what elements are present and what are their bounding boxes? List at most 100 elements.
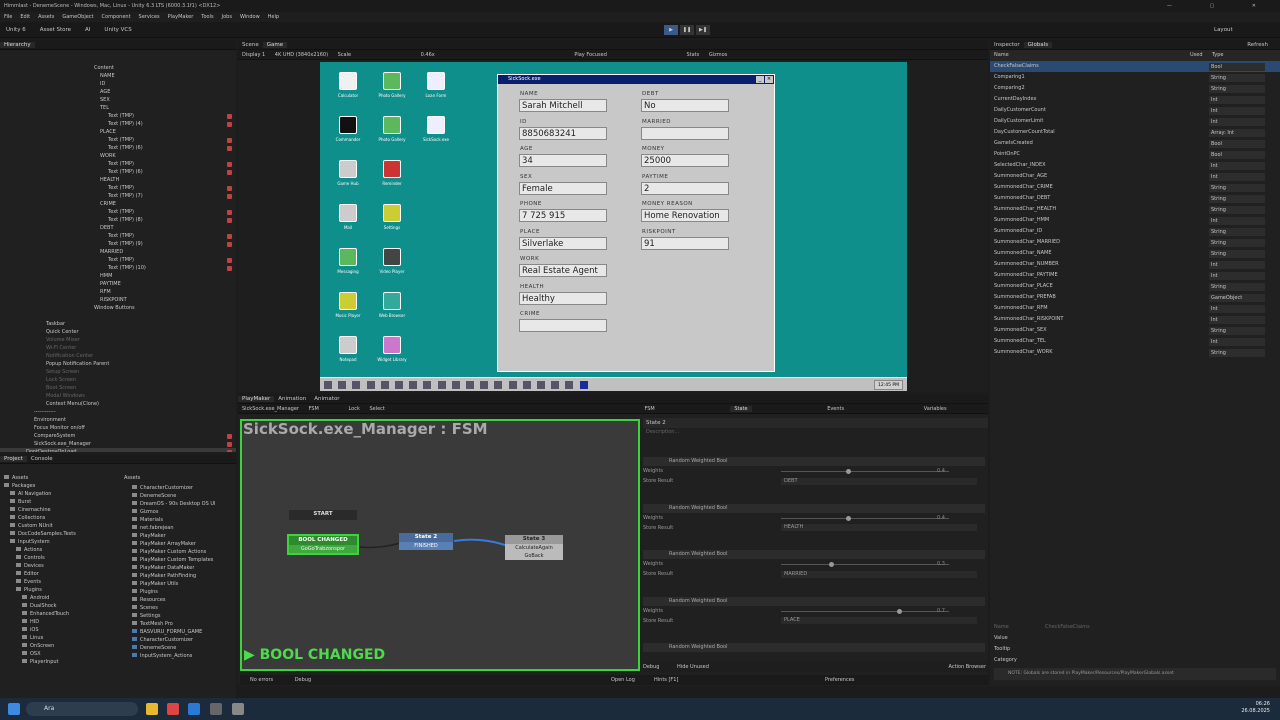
asset-item[interactable]: InputSystem_Actions [132, 652, 236, 660]
asset-item[interactable]: Settings [132, 612, 236, 620]
project-folder[interactable]: Devices [4, 562, 116, 570]
taskbar-app-button[interactable] [579, 381, 588, 389]
field-value[interactable]: 2 [641, 181, 729, 195]
asset-item[interactable]: PlayMaker Utils [132, 580, 236, 588]
chrome-icon[interactable] [167, 703, 179, 715]
tab-inspector[interactable]: Inspector [990, 42, 1024, 48]
fsm-node-state3[interactable]: State 3 CalculateAgain GoBack [505, 535, 563, 560]
hierarchy-item[interactable]: AGE [0, 88, 236, 96]
desktop-icon[interactable]: Messaging [328, 248, 368, 274]
field-value[interactable]: Female [519, 181, 607, 195]
variable-type-dropdown[interactable]: String [1209, 227, 1265, 236]
display-dropdown[interactable]: Display 1 [238, 52, 269, 58]
global-variable-row[interactable]: SummonedChar_PAYTIME Int [990, 270, 1280, 281]
field-value[interactable]: Sarah Mitchell [519, 99, 607, 112]
hierarchy-item[interactable]: DontDestroyOnLoad [0, 448, 236, 452]
window-controls[interactable]: — ▢ ✕ [1167, 0, 1274, 12]
global-variable-row[interactable]: CurrentDayIndex Int [990, 94, 1280, 105]
preferences-button[interactable]: Preferences [825, 675, 854, 685]
field-value[interactable]: Healthy [519, 291, 607, 305]
variable-type-dropdown[interactable]: Int [1209, 106, 1265, 115]
desktop-icon[interactable]: SickSock.exe [416, 116, 456, 142]
hierarchy-item[interactable]: ------------ [0, 408, 236, 416]
project-folder[interactable]: Editor [4, 570, 116, 578]
slider-knob[interactable] [846, 515, 852, 521]
global-variable-row[interactable]: CheckFalseClaims Bool [990, 61, 1280, 72]
hierarchy-item[interactable]: Setup Screen [0, 368, 236, 376]
gizmos-button[interactable]: Gizmos [705, 52, 731, 58]
desktop-icon[interactable]: Notepad [328, 336, 368, 362]
taskbar-app-button[interactable] [409, 381, 418, 389]
project-folder[interactable]: Collections [4, 514, 116, 522]
taskbar-app-button[interactable] [437, 381, 446, 389]
desktop-icon[interactable]: Mail [328, 204, 368, 230]
variable-type-dropdown[interactable]: Int [1209, 161, 1265, 170]
project-folder[interactable]: Linux [4, 634, 116, 642]
tab-globals[interactable]: Globals [1023, 42, 1053, 48]
hierarchy-item[interactable]: WORK [0, 152, 236, 160]
taskbar-app-button[interactable] [352, 381, 361, 389]
pause-button[interactable]: ❚❚ [680, 25, 694, 35]
hierarchy-item[interactable]: SEX [0, 96, 236, 104]
layout-dropdown[interactable]: Layout [1214, 22, 1233, 38]
github-icon[interactable] [210, 703, 222, 715]
hierarchy-item[interactable]: CRIME [0, 200, 236, 208]
store-variable-dropdown[interactable]: MARRIED [781, 570, 977, 578]
global-variable-row[interactable]: SummonedChar_DEBT String [990, 193, 1280, 204]
desktop-icon[interactable]: Widget Library [372, 336, 412, 362]
field-value[interactable]: 25000 [641, 154, 729, 167]
variable-type-dropdown[interactable]: String [1209, 205, 1265, 214]
fsm-start-node[interactable]: START [289, 510, 357, 520]
variable-type-dropdown[interactable]: String [1209, 73, 1265, 82]
asset-item[interactable]: PlayMaker DataMaker [132, 564, 236, 572]
taskbar-app-button[interactable] [466, 381, 474, 389]
hierarchy-item[interactable]: Content [0, 64, 236, 72]
project-folder[interactable]: Custom NUnit [4, 522, 116, 530]
variable-type-dropdown[interactable]: Bool [1209, 62, 1265, 71]
hierarchy-item[interactable]: Text (TMP) (6) [0, 144, 236, 152]
taskbar-app-button[interactable] [508, 381, 517, 389]
menu-item[interactable]: Window [240, 14, 260, 20]
hierarchy-item[interactable]: Text (TMP) (9) [0, 240, 236, 248]
asset-item[interactable]: CharacterCustomizer [132, 484, 236, 492]
project-folder[interactable]: iOS [4, 626, 116, 634]
hierarchy-item[interactable]: Quick Center [0, 328, 236, 336]
hierarchy-item[interactable]: HMM [0, 272, 236, 280]
refresh-button[interactable]: Refresh [1243, 40, 1272, 50]
project-folder[interactable]: Android [4, 594, 116, 602]
weight-slider[interactable] [781, 469, 949, 474]
tab-console[interactable]: Console [27, 456, 57, 462]
hierarchy-item[interactable]: Environment [0, 416, 236, 424]
desktop-icon[interactable]: Calculator [328, 72, 368, 98]
hierarchy-item[interactable]: Window Buttons [0, 304, 236, 312]
asset-item[interactable]: DreamOS - 90s Desktop OS UI [132, 500, 236, 508]
state-name-field[interactable]: State 2 [643, 418, 988, 428]
global-variable-row[interactable]: SummonedChar_ID String [990, 226, 1280, 237]
fsm-action[interactable]: Random Weighted Bool Weights 0.3 Store Resu… [643, 550, 985, 594]
action-header[interactable]: Random Weighted Bool [643, 596, 985, 606]
hierarchy-item[interactable]: NAME [0, 72, 236, 80]
global-variable-row[interactable]: SummonedChar_PLACE String [990, 281, 1280, 292]
global-variable-row[interactable]: DailyCustomerLimit Int [990, 116, 1280, 127]
variable-type-dropdown[interactable]: Int [1209, 315, 1265, 324]
project-folder[interactable]: Plugins [4, 586, 116, 594]
taskbar-app-button[interactable] [522, 381, 531, 389]
field-value[interactable]: 8850683241 [519, 126, 607, 140]
tab-game[interactable]: Game [262, 42, 288, 48]
field-value[interactable] [519, 319, 607, 332]
hierarchy-item[interactable]: CompareSystem [0, 432, 236, 440]
global-variable-row[interactable]: GameIsCreated Bool [990, 138, 1280, 149]
hierarchy-item[interactable]: Boot Screen [0, 384, 236, 392]
windows-start-icon[interactable] [8, 703, 20, 715]
stats-button[interactable]: Stats [682, 52, 703, 58]
hierarchy-item[interactable]: Modal Windows [0, 392, 236, 400]
field-value[interactable]: 34 [519, 154, 607, 167]
fsm-node-bool-changed[interactable]: BOOL CHANGED GoGoTrabzonspor [287, 534, 359, 555]
hierarchy-item[interactable] [0, 312, 236, 320]
state-description[interactable]: Description... [646, 429, 679, 435]
project-folder[interactable]: Assets [4, 474, 116, 482]
weight-slider[interactable] [781, 515, 949, 521]
asset-item[interactable]: BASVURU_FORMU_GAME [132, 628, 236, 636]
menu-item[interactable]: Services [139, 14, 160, 20]
project-folder[interactable]: OSX [4, 650, 116, 658]
